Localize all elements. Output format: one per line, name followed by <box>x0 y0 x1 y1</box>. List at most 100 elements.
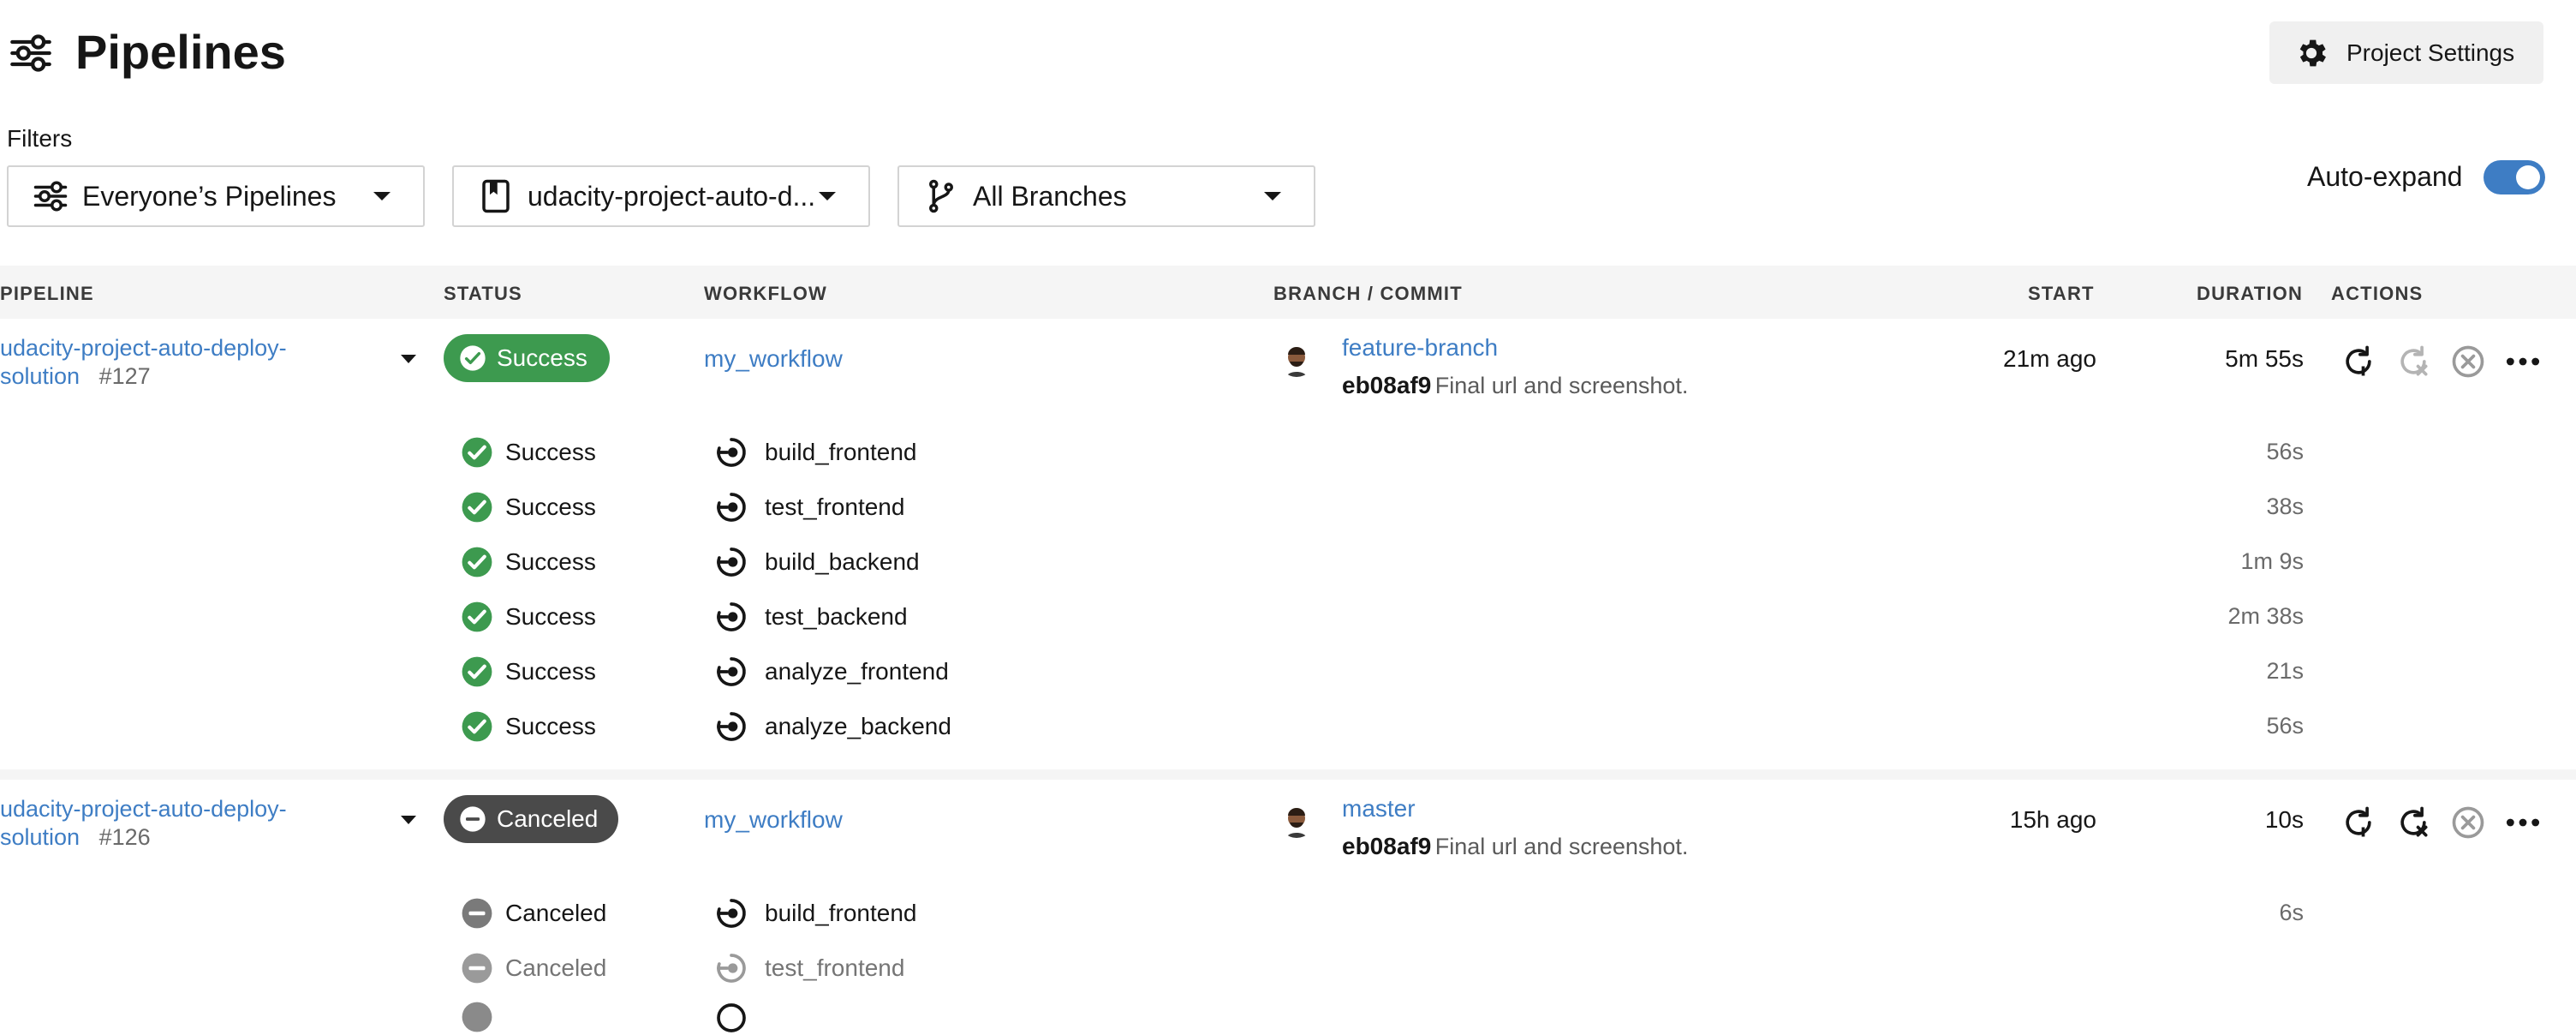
column-header-branch-commit: BRANCH / COMMIT <box>1273 283 1463 304</box>
job-name-link[interactable]: test_backend <box>765 603 908 631</box>
status-badge[interactable]: Success <box>444 334 610 382</box>
pipeline-name-line1: udacity-project-auto-deploy- <box>0 335 287 361</box>
column-header-start: START <box>2028 283 2095 304</box>
job-icon <box>717 1003 746 1032</box>
gear-icon <box>2299 39 2326 66</box>
job-icon <box>717 657 746 686</box>
status-text: Canceled <box>497 805 599 832</box>
job-icon <box>717 899 746 928</box>
commit-hash-link[interactable]: eb08af9 <box>1342 372 1431 398</box>
pipeline-name-link[interactable]: udacity-project-auto-deploy- solution #1… <box>0 334 287 391</box>
branch-link[interactable]: master <box>1342 795 1416 823</box>
job-name-link[interactable]: analyze_frontend <box>765 658 949 685</box>
job-duration: 38s <box>2266 494 2304 519</box>
chevron-down-icon <box>819 192 836 200</box>
job-name-link[interactable]: analyze_backend <box>765 713 951 740</box>
pipeline-start: 15h ago <box>2009 806 2096 833</box>
pipeline-duration: 5m 55s <box>2225 345 2304 372</box>
filters-label: Filters <box>7 125 73 152</box>
pipelines-filter-icon <box>33 181 68 212</box>
job-name-link[interactable]: test_frontend <box>765 494 904 521</box>
project-settings-button[interactable]: Project Settings <box>2269 21 2543 84</box>
owner-filter-dropdown[interactable]: Everyone’s Pipelines <box>7 165 425 227</box>
pipeline-number: #126 <box>98 824 151 850</box>
workflow-link[interactable]: my_workflow <box>704 806 843 834</box>
job-icon <box>717 954 746 983</box>
pipeline-number: #127 <box>98 363 151 389</box>
column-header-pipeline: PIPELINE <box>0 283 94 304</box>
job-status: Success <box>505 494 596 520</box>
column-header-duration: DURATION <box>2197 283 2304 304</box>
commit-line: eb08af9 Final url and screenshot. <box>1342 372 1688 399</box>
column-header-actions: ACTIONS <box>2331 283 2424 304</box>
job-status: Canceled <box>505 954 607 981</box>
project-settings-label: Project Settings <box>2346 39 2515 66</box>
pipeline-name-link[interactable]: udacity-project-auto-deploy- solution #1… <box>0 795 287 852</box>
check-circle-icon <box>462 492 492 523</box>
more-options-icon[interactable] <box>2504 804 2542 841</box>
job-status: Success <box>505 713 596 739</box>
chevron-down-icon <box>373 192 391 200</box>
branch-icon <box>929 179 953 213</box>
expand-row-icon[interactable] <box>401 355 416 363</box>
job-name-link[interactable]: build_frontend <box>765 900 916 927</box>
pipelines-icon <box>10 34 51 72</box>
job-status: Success <box>505 548 596 575</box>
canceled-circle-icon <box>460 806 486 832</box>
job-name-link[interactable]: build_backend <box>765 548 920 576</box>
job-icon <box>717 493 746 522</box>
more-options-icon[interactable] <box>2504 343 2542 380</box>
commit-message: Final url and screenshot. <box>1434 834 1689 859</box>
pipeline-name-line1: udacity-project-auto-deploy- <box>0 796 287 822</box>
job-icon <box>717 547 746 577</box>
canceled-circle-icon <box>462 1002 492 1032</box>
job-icon <box>717 712 746 741</box>
job-name-link[interactable]: build_frontend <box>765 439 916 466</box>
job-duration: 21s <box>2266 658 2304 684</box>
status-badge[interactable]: Canceled <box>444 795 618 843</box>
commit-line: eb08af9 Final url and screenshot. <box>1342 833 1688 860</box>
chevron-down-icon <box>1264 192 1281 200</box>
job-status: Success <box>505 439 596 465</box>
commit-hash-link[interactable]: eb08af9 <box>1342 833 1431 859</box>
auto-expand-label: Auto-expand <box>2307 161 2463 192</box>
expand-row-icon[interactable] <box>401 816 416 824</box>
rerun-icon[interactable] <box>2340 804 2377 841</box>
workflow-link[interactable]: my_workflow <box>704 345 843 373</box>
check-circle-icon <box>462 601 492 632</box>
job-status: Success <box>505 603 596 630</box>
branch-link[interactable]: feature-branch <box>1342 334 1498 362</box>
branch-filter-dropdown[interactable]: All Branches <box>897 165 1315 227</box>
canceled-circle-icon <box>462 953 492 984</box>
check-circle-icon <box>462 547 492 577</box>
avatar <box>1279 804 1314 838</box>
project-filter-dropdown[interactable]: udacity-project-auto-d... <box>452 165 870 227</box>
pipeline-name-line2: solution <box>0 363 80 389</box>
row-separator <box>0 769 2576 780</box>
job-icon <box>717 438 746 467</box>
job-status: Canceled <box>505 900 607 926</box>
job-duration: 56s <box>2266 713 2304 739</box>
cancel-icon[interactable] <box>2449 804 2487 841</box>
check-circle-icon <box>462 656 492 687</box>
commit-message: Final url and screenshot. <box>1434 373 1689 398</box>
rerun-failed-icon[interactable] <box>2394 343 2432 380</box>
check-circle-icon <box>462 711 492 742</box>
owner-filter-value: Everyone’s Pipelines <box>82 180 337 212</box>
job-duration: 2m 38s <box>2227 603 2304 629</box>
rerun-icon[interactable] <box>2340 343 2377 380</box>
cancel-icon[interactable] <box>2449 343 2487 380</box>
check-circle-icon <box>462 437 492 468</box>
job-duration: 6s <box>2279 900 2304 925</box>
repository-icon <box>482 179 510 213</box>
auto-expand-toggle[interactable] <box>2484 160 2545 194</box>
job-duration: 1m 9s <box>2240 548 2304 574</box>
canceled-circle-icon <box>462 898 492 929</box>
job-status: Success <box>505 658 596 685</box>
pipeline-name-line2: solution <box>0 824 80 850</box>
branch-filter-value: All Branches <box>973 180 1127 212</box>
column-header-status: STATUS <box>444 283 522 304</box>
rerun-failed-icon[interactable] <box>2394 804 2432 841</box>
column-header-workflow: WORKFLOW <box>704 283 828 304</box>
job-name-link[interactable]: test_frontend <box>765 954 904 982</box>
